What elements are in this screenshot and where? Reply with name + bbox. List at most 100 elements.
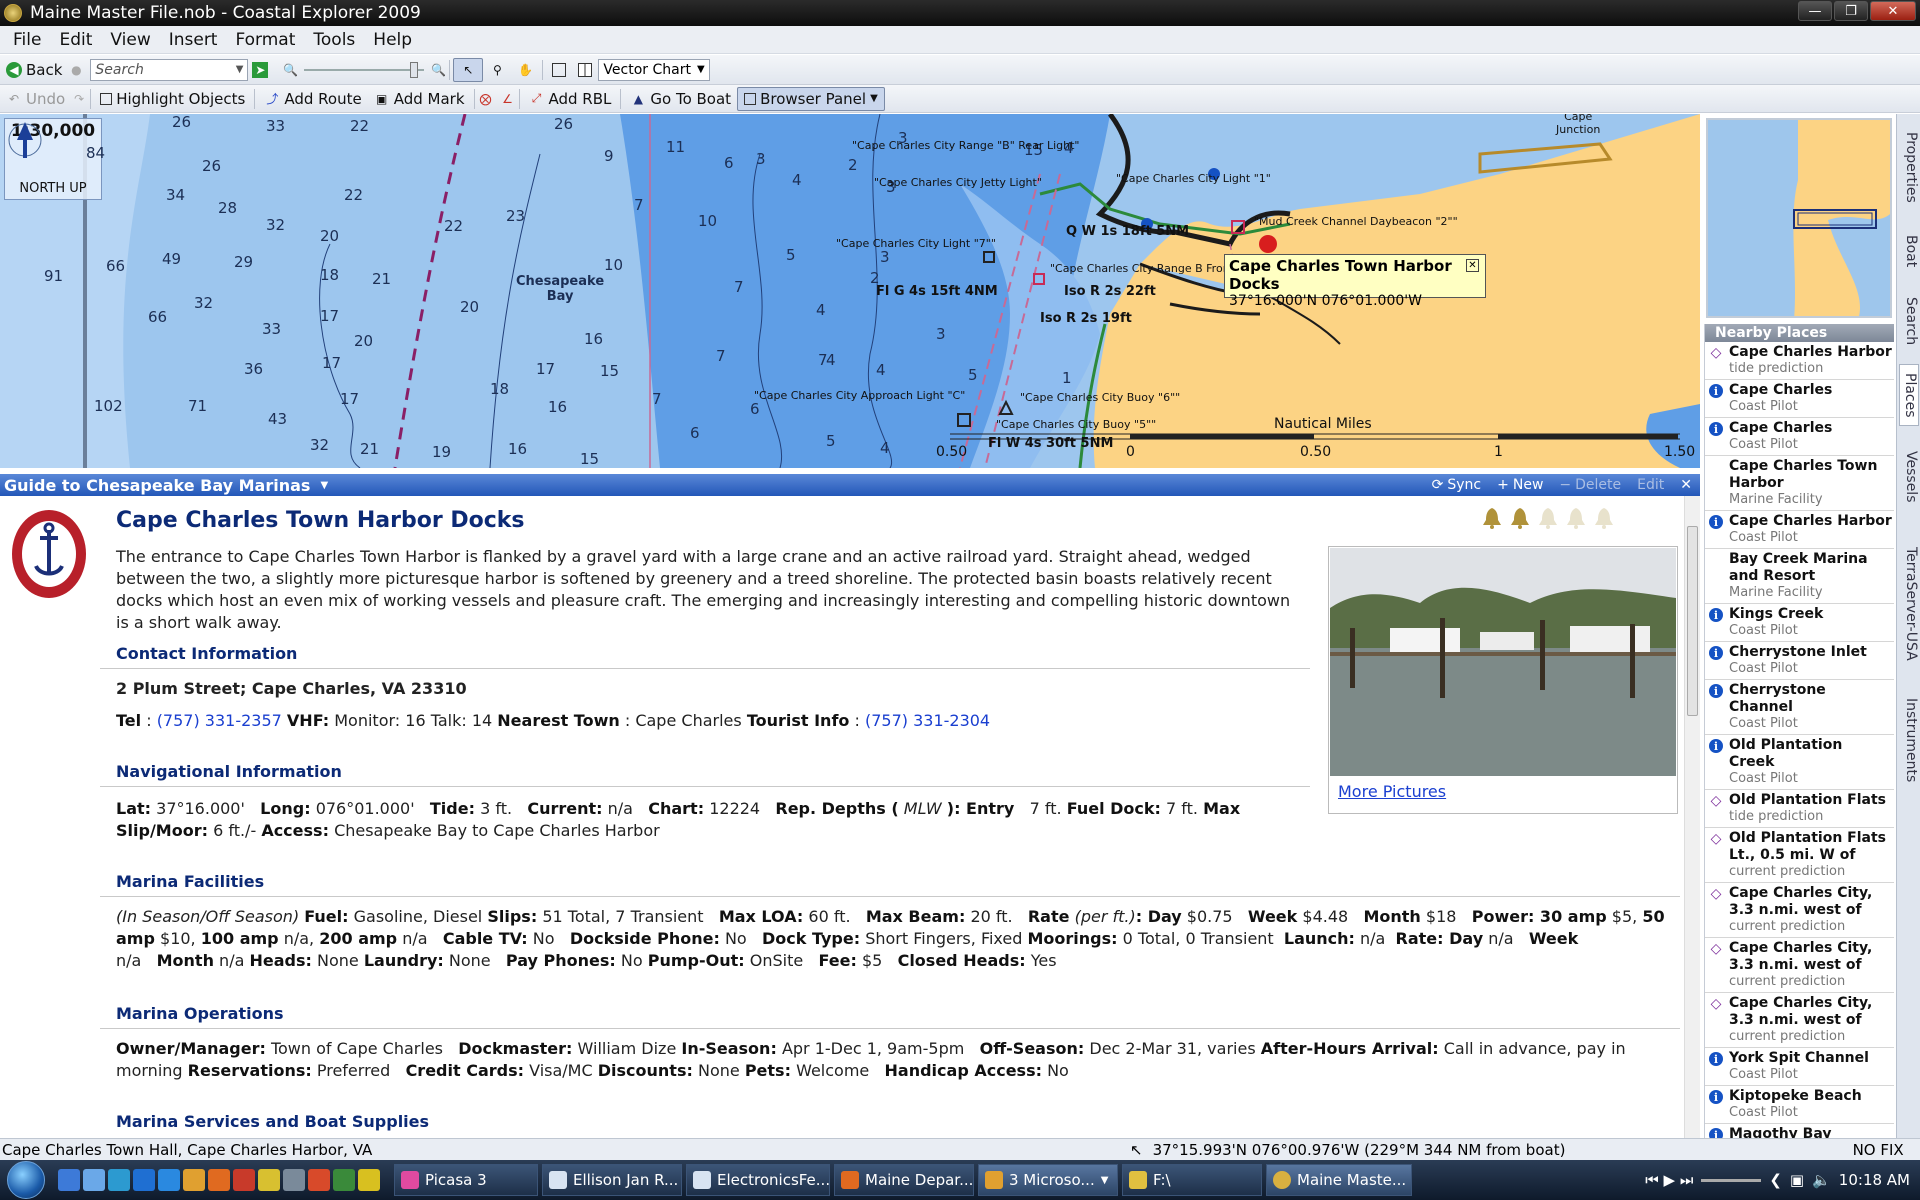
tab-places[interactable]: Places bbox=[1899, 364, 1919, 426]
menu-help[interactable]: Help bbox=[364, 30, 421, 50]
split-pane-button[interactable] bbox=[572, 58, 598, 82]
app-icon[interactable] bbox=[283, 1169, 305, 1191]
select-tool-button[interactable]: ↖ bbox=[453, 57, 484, 82]
nearby-place-item[interactable]: ◇ Cape Charles City, 3.3 n.mi. west of cur… bbox=[1705, 938, 1894, 993]
undo-button[interactable]: ↶ Undo bbox=[0, 87, 71, 111]
nearby-place-item[interactable]: i Cape Charles Harbor Coast Pilot bbox=[1705, 511, 1894, 549]
app-icon[interactable] bbox=[233, 1169, 255, 1191]
chart-feature-label[interactable]: "Cape Charles City Buoy "5"" bbox=[996, 418, 1156, 431]
app-icon[interactable] bbox=[333, 1169, 355, 1191]
nearby-place-item[interactable]: i Cherrystone Inlet Coast Pilot bbox=[1705, 642, 1894, 680]
switch-windows-icon[interactable] bbox=[83, 1169, 105, 1191]
menu-edit[interactable]: Edit bbox=[50, 30, 101, 50]
app-icon[interactable] bbox=[258, 1169, 280, 1191]
media-icon[interactable] bbox=[108, 1169, 130, 1191]
chart-map[interactable]: 1:30,000 NORTH UP 26 33 22 26 84 26 34 28 22 32 20… bbox=[0, 114, 1700, 468]
minimize-button[interactable]: — bbox=[1798, 1, 1832, 21]
tourist-link[interactable]: (757) 331-2304 bbox=[865, 711, 990, 730]
close-window-button[interactable]: ✕ bbox=[1870, 1, 1916, 21]
nearby-place-item[interactable]: i York Spit Channel Coast Pilot bbox=[1705, 1048, 1894, 1086]
tab-boat[interactable]: Boat bbox=[1899, 226, 1919, 276]
place-tooltip[interactable]: Cape Charles Town Harbor Docks 37°16.000… bbox=[1224, 254, 1486, 309]
redo-icon[interactable]: ↷ bbox=[71, 91, 87, 107]
start-button[interactable] bbox=[0, 1160, 52, 1200]
app-icon[interactable] bbox=[308, 1169, 330, 1191]
volume-icon[interactable]: 🔈 bbox=[1812, 1171, 1831, 1189]
tab-terraserver[interactable]: TerraServer-USA bbox=[1899, 534, 1919, 674]
menu-insert[interactable]: Insert bbox=[160, 30, 227, 50]
tab-search[interactable]: Search bbox=[1899, 290, 1919, 352]
tab-properties[interactable]: Properties bbox=[1899, 122, 1919, 212]
highlight-objects-button[interactable]: Highlight Objects bbox=[94, 87, 251, 111]
media-controls-icon[interactable]: ⏮ ▶ ⏭ bbox=[1645, 1171, 1693, 1189]
overview-map[interactable] bbox=[1706, 118, 1892, 318]
search-go-icon[interactable]: ➤ bbox=[252, 61, 269, 78]
zoom-out-icon[interactable]: 🔍 bbox=[282, 62, 298, 78]
menu-tools[interactable]: Tools bbox=[304, 30, 364, 50]
show-desktop-icon[interactable] bbox=[58, 1169, 80, 1191]
nearby-place-item[interactable]: ◇ Cape Charles City, 3.3 n.mi. west of cur… bbox=[1705, 883, 1894, 938]
chart-feature-label[interactable]: "Cape Charles City Approach Light "C" bbox=[754, 389, 965, 402]
nearby-place-item[interactable]: i Cherrystone Channel Coast Pilot bbox=[1705, 680, 1894, 735]
more-pictures-link[interactable]: More Pictures bbox=[1338, 782, 1668, 801]
back-button[interactable]: ◀ Back bbox=[0, 58, 68, 82]
delete-button[interactable]: − Delete bbox=[1551, 477, 1629, 493]
forward-arrow-icon[interactable]: ● bbox=[68, 62, 84, 78]
task-coastal-explorer[interactable]: Maine Maste... bbox=[1266, 1164, 1412, 1196]
zoom-tool-button[interactable]: ⚲ bbox=[483, 58, 511, 82]
add-mark-button[interactable]: ▣ Add Mark bbox=[368, 87, 471, 111]
chart-feature-label[interactable]: "Cape Charles City Light "7"" bbox=[836, 237, 996, 250]
chart-feature-label[interactable]: "Cape Charles City Buoy "6"" bbox=[1020, 391, 1180, 404]
marina-photo[interactable] bbox=[1330, 548, 1676, 776]
ie-icon[interactable] bbox=[158, 1169, 180, 1191]
tray-arrow-icon[interactable]: ❮ bbox=[1769, 1171, 1782, 1189]
nearby-place-item[interactable]: iMagothy BayCoast Pilot bbox=[1705, 1124, 1894, 1138]
browser-icon[interactable] bbox=[133, 1169, 155, 1191]
nearby-place-item[interactable]: i Kiptopeke Beach Coast Pilot bbox=[1705, 1086, 1894, 1124]
chart-feature-label[interactable]: "Mud Creek Channel Daybeacon "2"" bbox=[1254, 215, 1458, 228]
chevron-down-icon[interactable]: ▼ bbox=[320, 480, 328, 491]
menu-format[interactable]: Format bbox=[226, 30, 304, 50]
edit-button[interactable]: Edit bbox=[1629, 477, 1672, 493]
task-firefox[interactable]: Maine Depar... bbox=[834, 1164, 974, 1196]
folder-icon[interactable] bbox=[183, 1169, 205, 1191]
restore-button[interactable]: ❐ bbox=[1834, 1, 1868, 21]
nearby-place-item[interactable]: ◇ Old Plantation Flats Lt., 0.5 mi. W of c… bbox=[1705, 828, 1894, 883]
zoom-in-icon[interactable]: 🔍 bbox=[430, 62, 446, 78]
nearby-place-item[interactable]: i Cape Charles Coast Pilot bbox=[1705, 380, 1894, 418]
scrollbar-thumb[interactable] bbox=[1687, 526, 1698, 716]
chart-mode-select[interactable]: Vector Chart ▼ bbox=[598, 58, 710, 81]
sync-button[interactable]: ⟳ Sync bbox=[1424, 477, 1489, 493]
nearby-place-item[interactable]: Cape Charles Town Harbor Marine Facility bbox=[1705, 456, 1894, 511]
task-picasa[interactable]: Picasa 3 bbox=[394, 1164, 538, 1196]
network-icon[interactable]: ▣ bbox=[1790, 1171, 1804, 1189]
nearby-place-item[interactable]: i Cape Charles Coast Pilot bbox=[1705, 418, 1894, 456]
nearby-place-item[interactable]: i Old Plantation Creek Coast Pilot bbox=[1705, 735, 1894, 790]
task-electronics[interactable]: ElectronicsFe... bbox=[686, 1164, 830, 1196]
chart-feature-label[interactable]: "Cape Charles City Range "B" Rear Light" bbox=[852, 139, 1079, 152]
task-explorer[interactable]: F:\ bbox=[1122, 1164, 1262, 1196]
clock[interactable]: 10:18 AM bbox=[1839, 1171, 1910, 1189]
go-to-boat-button[interactable]: ▲ Go To Boat bbox=[624, 87, 737, 111]
task-microsoft-group[interactable]: 3 Microso... ▼ bbox=[978, 1164, 1118, 1196]
menu-file[interactable]: File bbox=[4, 30, 50, 50]
nearby-place-item[interactable]: i Kings Creek Coast Pilot bbox=[1705, 604, 1894, 642]
nearby-place-item[interactable]: ◇ Old Plantation Flats tide prediction bbox=[1705, 790, 1894, 828]
zoom-slider-knob[interactable] bbox=[410, 61, 419, 78]
chart-feature-label[interactable]: "Cape Charles City Light "1" bbox=[1116, 172, 1271, 185]
menu-view[interactable]: View bbox=[101, 30, 159, 50]
guide-panel-title[interactable]: Guide to Chesapeake Bay Marinas bbox=[0, 476, 310, 495]
new-button[interactable]: + New bbox=[1489, 477, 1551, 493]
add-rbl-button[interactable]: ⤢ Add RBL bbox=[523, 87, 618, 111]
delete-mark-icon[interactable]: ⨂ bbox=[478, 91, 494, 107]
nearby-place-item[interactable]: ◇ Cape Charles City, 3.3 n.mi. west of cur… bbox=[1705, 993, 1894, 1048]
nearby-place-item[interactable]: Bay Creek Marina and Resort Marine Facili… bbox=[1705, 549, 1894, 604]
guide-scrollbar[interactable] bbox=[1684, 496, 1700, 1138]
search-dropdown-icon[interactable]: ▼ bbox=[236, 64, 244, 75]
browser-panel-button[interactable]: Browser Panel ▼ bbox=[737, 86, 885, 111]
zoom-slider[interactable] bbox=[304, 59, 425, 81]
app-icon[interactable] bbox=[358, 1169, 380, 1191]
measure-icon[interactable]: ∠ bbox=[500, 91, 516, 107]
search-input[interactable]: Search ▼ bbox=[90, 58, 249, 81]
pan-tool-button[interactable]: ✋ bbox=[511, 58, 539, 82]
